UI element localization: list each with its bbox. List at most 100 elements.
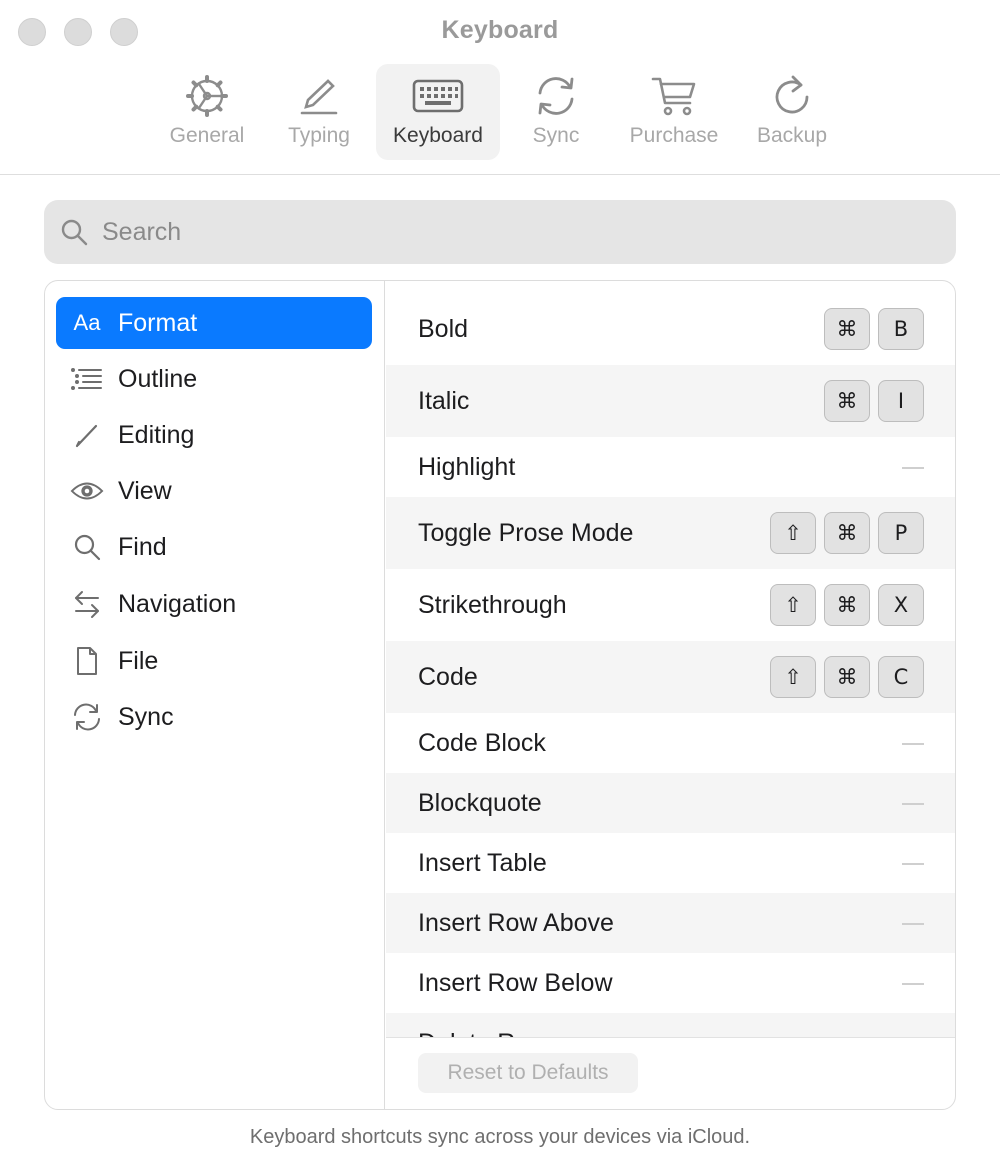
sidebar-item-file[interactable]: File <box>56 635 372 687</box>
shortcut-row-strikethrough[interactable]: Strikethrough ⇧ ⌘ X <box>386 569 955 641</box>
shortcut-keys[interactable]: ⌘ I <box>824 380 924 422</box>
letter-key: C <box>878 656 924 698</box>
shortcut-row-blockquote[interactable]: Blockquote <box>386 773 955 833</box>
shortcut-row-insert-row-below[interactable]: Insert Row Below <box>386 953 955 1013</box>
pencil-icon <box>257 74 381 118</box>
search-icon <box>61 219 88 246</box>
text-format-icon: Aa <box>73 310 101 335</box>
sidebar-item-label: Editing <box>118 421 195 449</box>
sidebar-item-format[interactable]: Aa Format <box>56 297 372 349</box>
tab-typing-label: Typing <box>288 124 350 147</box>
tab-keyboard[interactable]: Keyboard <box>376 64 500 160</box>
shift-key: ⇧ <box>770 656 816 698</box>
tab-purchase-label: Purchase <box>629 124 719 147</box>
tab-typing[interactable]: Typing <box>257 64 381 160</box>
shortcut-label: Highlight <box>418 453 516 481</box>
tab-general-label: General <box>169 124 245 147</box>
no-shortcut-dash <box>902 983 924 985</box>
letter-key: X <box>878 584 924 626</box>
shortcuts-panel: Aa Format Outline Editing View Find Navi… <box>44 280 956 1110</box>
shortcut-label: Code Block <box>418 729 546 757</box>
backup-icon <box>730 74 854 118</box>
shortcut-label: Strikethrough <box>418 591 567 619</box>
cart-icon <box>612 74 736 118</box>
shortcut-row-insert-row-above[interactable]: Insert Row Above <box>386 893 955 953</box>
tab-purchase[interactable]: Purchase <box>612 64 736 160</box>
list-footer-divider <box>386 1037 955 1038</box>
command-key: ⌘ <box>824 512 870 554</box>
no-shortcut-dash <box>902 923 924 925</box>
no-shortcut-dash <box>902 743 924 745</box>
command-key: ⌘ <box>824 308 870 350</box>
reset-to-defaults-button[interactable]: Reset to Defaults <box>418 1053 638 1093</box>
letter-key: I <box>878 380 924 422</box>
shortcut-label: Code <box>418 663 478 691</box>
shortcut-keys[interactable]: ⇧ ⌘ X <box>770 584 924 626</box>
document-icon <box>70 647 104 675</box>
shift-key: ⇧ <box>770 584 816 626</box>
shortcut-list[interactable]: Bold ⌘ B Italic ⌘ I Highlight Toggle Pro… <box>386 281 955 1037</box>
sidebar-item-editing[interactable]: Editing <box>56 409 372 461</box>
shortcut-label: Toggle Prose Mode <box>418 519 634 547</box>
sync-icon <box>70 703 104 731</box>
sync-footnote: Keyboard shortcuts sync across your devi… <box>249 1126 751 1148</box>
shortcut-row-toggle-prose-mode[interactable]: Toggle Prose Mode ⇧ ⌘ P <box>386 497 955 569</box>
pencil-icon <box>70 421 104 449</box>
shortcut-label: Blockquote <box>418 789 542 817</box>
toolbar-divider <box>0 174 1000 175</box>
sidebar-item-label: Find <box>118 533 167 561</box>
keyboard-icon <box>376 74 500 118</box>
sidebar-item-label: View <box>118 477 172 505</box>
sidebar-item-navigation[interactable]: Navigation <box>56 578 372 630</box>
shift-key: ⇧ <box>770 512 816 554</box>
eye-icon <box>70 477 104 505</box>
shortcut-label: Italic <box>418 387 470 415</box>
no-shortcut-dash <box>902 863 924 865</box>
sidebar-item-view[interactable]: View <box>56 465 372 517</box>
command-key: ⌘ <box>824 380 870 422</box>
shortcut-keys[interactable]: ⌘ B <box>824 308 924 350</box>
shortcut-row-code-block[interactable]: Code Block <box>386 713 955 773</box>
shortcut-label: Insert Row Below <box>418 969 613 997</box>
shortcut-label: Insert Row Above <box>418 909 614 937</box>
outline-list-icon <box>70 365 104 393</box>
magnifier-icon <box>70 533 104 561</box>
tab-backup-label: Backup <box>756 124 828 147</box>
arrows-left-right-icon <box>70 590 104 618</box>
tab-backup[interactable]: Backup <box>730 64 854 160</box>
letter-key: B <box>878 308 924 350</box>
no-shortcut-dash <box>902 467 924 469</box>
sync-icon <box>494 74 618 118</box>
sidebar-item-label: Outline <box>118 365 198 393</box>
shortcut-row-delete-row[interactable]: Delete Row <box>386 1013 955 1037</box>
title-bar: Keyboard <box>0 0 1000 64</box>
shortcut-row-italic[interactable]: Italic ⌘ I <box>386 365 955 437</box>
no-shortcut-dash <box>902 803 924 805</box>
command-key: ⌘ <box>824 584 870 626</box>
tab-general[interactable]: General <box>145 64 269 160</box>
letter-key: P <box>878 512 924 554</box>
shortcut-label: Delete Row <box>418 1029 547 1037</box>
shortcut-keys[interactable]: ⇧ ⌘ C <box>770 656 924 698</box>
search-input[interactable] <box>102 200 942 264</box>
shortcut-keys[interactable]: ⇧ ⌘ P <box>770 512 924 554</box>
tab-sync[interactable]: Sync <box>494 64 618 160</box>
tab-sync-label: Sync <box>532 124 580 147</box>
shortcut-row-bold[interactable]: Bold ⌘ B <box>386 293 955 365</box>
sidebar-item-label: Format <box>118 309 198 337</box>
sidebar-item-label: Navigation <box>118 590 237 618</box>
shortcut-row-code[interactable]: Code ⇧ ⌘ C <box>386 641 955 713</box>
shortcut-label: Insert Table <box>418 849 547 877</box>
category-sidebar: Aa Format Outline Editing View Find Navi… <box>45 281 385 1109</box>
window-title: Keyboard <box>441 16 559 44</box>
gear-icon <box>145 74 269 118</box>
tab-keyboard-label: Keyboard <box>393 124 483 147</box>
search-field[interactable] <box>44 200 956 264</box>
shortcut-row-highlight[interactable]: Highlight <box>386 437 955 497</box>
shortcut-row-insert-table[interactable]: Insert Table <box>386 833 955 893</box>
sidebar-item-outline[interactable]: Outline <box>56 353 372 405</box>
sidebar-item-find[interactable]: Find <box>56 521 372 573</box>
command-key: ⌘ <box>824 656 870 698</box>
preferences-toolbar: General Typing Keyboard Sync Purchase Ba… <box>0 64 1000 160</box>
sidebar-item-sync[interactable]: Sync <box>56 691 372 743</box>
